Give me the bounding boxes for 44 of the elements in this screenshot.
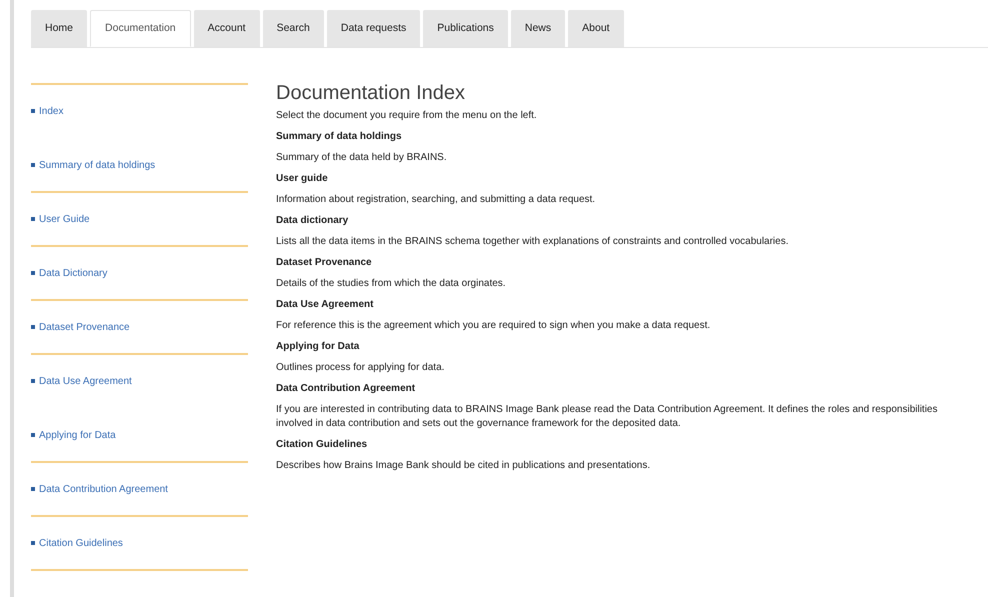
nav-tab[interactable]: Data requests — [326, 10, 420, 47]
nav-tab[interactable]: Search — [262, 10, 324, 47]
bullet-icon — [31, 325, 35, 329]
bullet-icon — [31, 541, 35, 545]
sidebar-link[interactable]: User Guide — [39, 212, 90, 226]
section-text: Outlines process for applying for data. — [276, 361, 446, 375]
sidebar-link[interactable]: Citation Guidelines — [39, 536, 123, 550]
section-heading: Applying for Data — [276, 340, 360, 354]
section-heading: Data Contribution Agreement — [276, 382, 416, 396]
bullet-icon — [31, 163, 35, 167]
section-text: For reference this is the agreement which you are required to sign when you make a data request. — [276, 319, 712, 333]
section-heading: Data dictionary — [276, 214, 350, 228]
page-title: Documentation Index — [276, 81, 466, 105]
sidebar-link[interactable]: Summary of data holdings — [39, 158, 156, 172]
sidebar-link[interactable]: Data Dictionary — [39, 266, 108, 280]
section-text: Summary of the data held by BRAINS. — [276, 151, 448, 165]
section-heading: User guide — [276, 172, 329, 186]
bullet-icon — [31, 217, 35, 221]
section-text: Information about registration, searching, and submitting a data request. — [276, 193, 596, 207]
section-text: Details of the studies from which the data orginates. — [276, 277, 507, 291]
nav-tab[interactable]: News — [510, 10, 566, 47]
intro-text: Select the document you require from the menu on the left. — [276, 109, 538, 123]
bullet-icon — [31, 433, 35, 437]
nav-tab[interactable]: Publications — [423, 10, 508, 47]
section-text: Lists all the data items in the BRAINS schema together with explanations of constraints and controlled vocabularies. — [276, 235, 790, 249]
section-heading: Citation Guidelines — [276, 438, 368, 452]
nav-tab[interactable]: Documentation — [90, 10, 191, 47]
sidebar-link[interactable]: Dataset Provenance — [39, 320, 130, 334]
nav-tab[interactable]: Account — [194, 10, 260, 47]
section-heading: Summary of data holdings — [276, 130, 403, 144]
nav-tab[interactable]: About — [568, 10, 624, 47]
bullet-icon — [31, 109, 35, 113]
bullet-icon — [31, 487, 35, 491]
section-text: Describes how Brains Image Bank should be cited in publications and presentations. — [276, 459, 652, 473]
nav-tab[interactable]: Home — [31, 10, 88, 47]
bullet-icon — [31, 271, 35, 275]
section-heading: Dataset Provenance — [276, 256, 373, 270]
sidebar-link[interactable]: Data Contribution Agreement — [39, 482, 168, 496]
sidebar-link[interactable]: Index — [39, 104, 64, 118]
bullet-icon — [31, 379, 35, 383]
sidebar-link[interactable]: Data Use Agreement — [39, 374, 132, 388]
section-heading: Data Use Agreement — [276, 298, 374, 312]
sidebar-link[interactable]: Applying for Data — [39, 428, 116, 442]
section-text: If you are interested in contributing data to BRAINS Image Bank please read the Data Contribution Agreement. It defines the roles and responsibilities involved in data contribution and sets out the governance framework for the deposited data. — [276, 403, 938, 431]
